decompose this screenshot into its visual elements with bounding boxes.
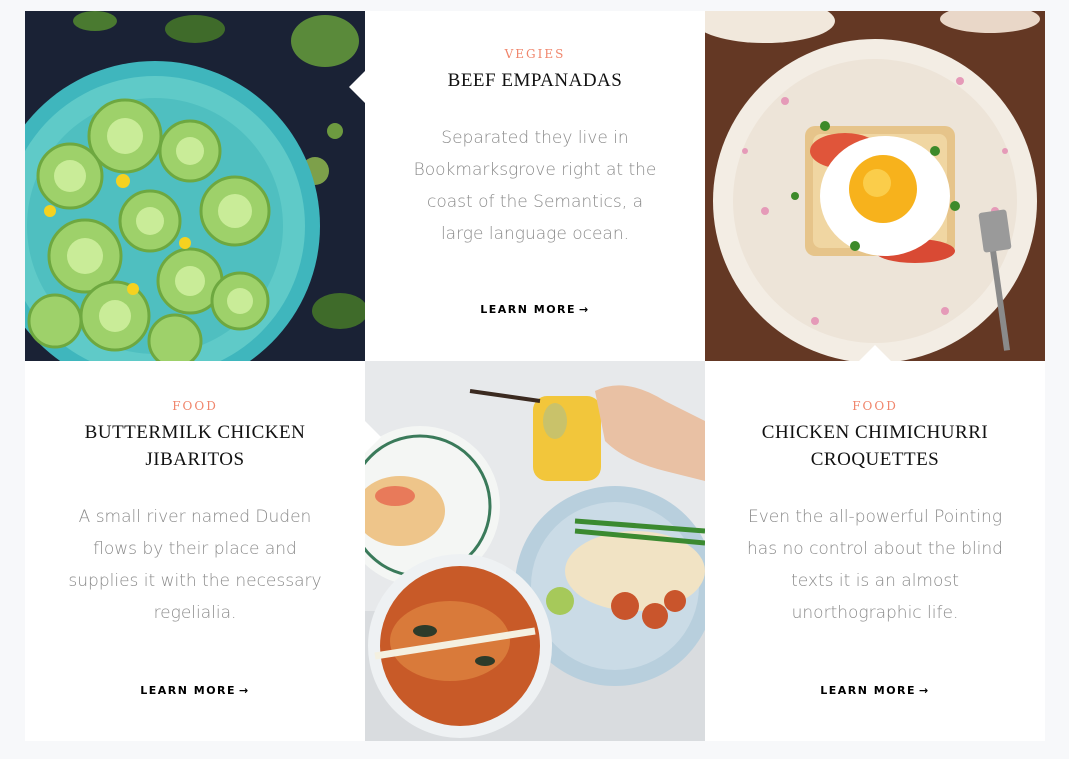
learn-more-link[interactable]: Learn More → [480, 303, 590, 316]
green-tomatoes-plate-image[interactable] [25, 11, 365, 361]
fried-egg-toast-image[interactable] [705, 11, 1045, 361]
card-title: Beef Empanadas [447, 70, 623, 91]
arrow-right-icon: → [579, 303, 590, 316]
learn-more-link[interactable]: Learn More → [140, 684, 250, 697]
card-category: Food [852, 399, 898, 413]
card-category: Food [172, 399, 218, 413]
card-pointer-right [365, 421, 381, 453]
thai-dishes-image[interactable] [365, 361, 705, 741]
card-pointer-up [859, 345, 891, 361]
recipe-card-beef-empanadas: Vegies Beef Empanadas Separated they liv… [365, 11, 705, 361]
menu-grid: Vegies Beef Empanadas Separated they liv… [25, 11, 1045, 741]
card-description: A small river named Duden flows by their… [68, 507, 322, 623]
learn-more-label: Learn More [140, 684, 237, 697]
learn-more-label: Learn More [820, 684, 917, 697]
card-description: Even the all-powerful Pointing has no co… [747, 507, 1003, 623]
learn-more-link[interactable]: Learn More → [820, 684, 930, 697]
card-pointer-left [349, 71, 365, 103]
card-title: Chicken Chimichurri Croquettes [761, 422, 989, 470]
card-description: Separated they live in Bookmarksgrove ri… [413, 128, 657, 244]
learn-more-label: Learn More [480, 303, 577, 316]
recipe-card-buttermilk-chicken: Food Buttermilk Chicken Jibaritos A smal… [25, 361, 365, 741]
fried-egg-illustration [705, 11, 1045, 361]
card-title: Buttermilk Chicken Jibaritos [84, 422, 306, 470]
arrow-right-icon: → [239, 684, 250, 697]
recipe-card-chicken-chimichurri: Food Chicken Chimichurri Croquettes Even… [705, 361, 1045, 741]
arrow-right-icon: → [919, 684, 930, 697]
thai-dishes-illustration [365, 361, 705, 741]
green-tomatoes-illustration [25, 11, 365, 361]
card-category: Vegies [504, 47, 566, 61]
